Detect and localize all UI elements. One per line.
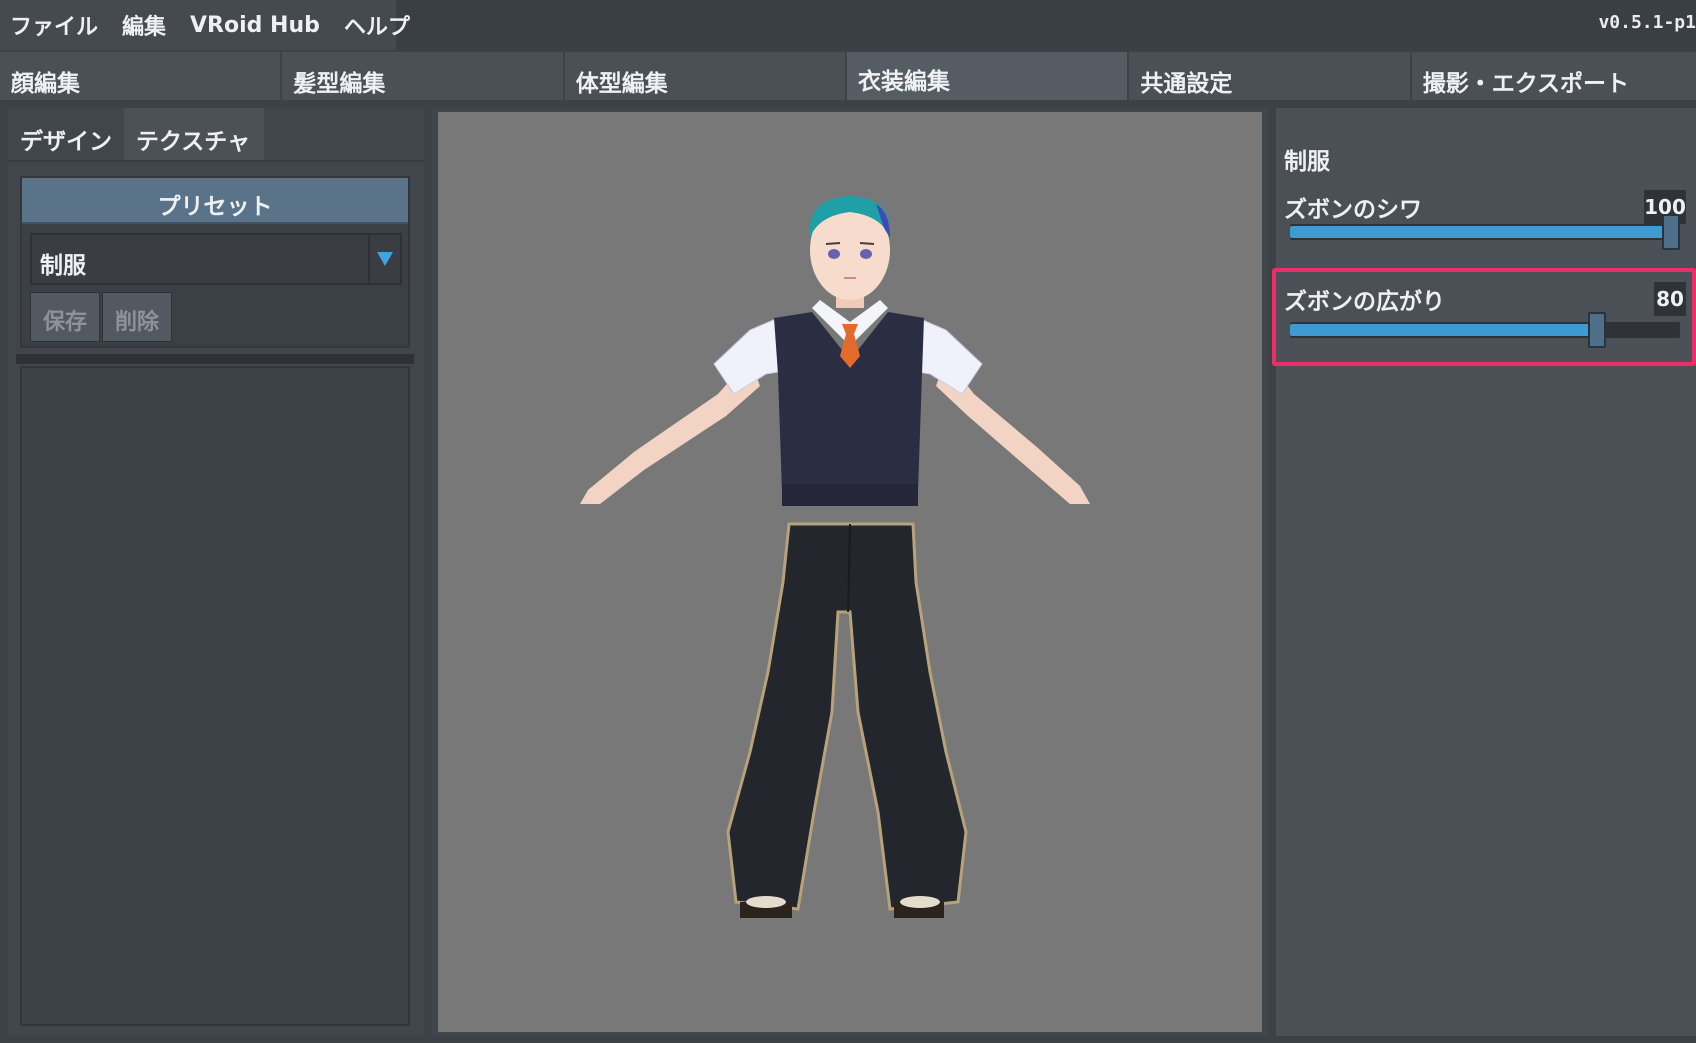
sub-tabs: デザイン テクスチャ: [8, 108, 264, 160]
menu-group: ファイル 編集 VRoid Hub ヘルプ: [0, 0, 410, 50]
main-tabs: 顔編集 髪型編集 体型編集 衣装編集 共通設定 撮影・エクスポート: [0, 52, 1696, 100]
pants-wrinkle-slider[interactable]: [1290, 214, 1680, 250]
3d-viewport[interactable]: [438, 112, 1262, 1032]
dropdown-arrow-icon[interactable]: [368, 235, 400, 283]
design-panel: プリセット 制服 保存 削除: [8, 160, 424, 1036]
preset-header[interactable]: プリセット: [22, 178, 408, 224]
avatar-right-sleeve: [917, 317, 983, 395]
version-label: v0.5.1-p1: [1598, 12, 1696, 33]
panel-divider: [16, 354, 414, 364]
preset-dropdown[interactable]: 制服: [30, 233, 402, 285]
tab-common-settings[interactable]: 共通設定: [1129, 52, 1410, 100]
avatar-pants: [726, 522, 968, 911]
menu-bar: ファイル 編集 VRoid Hub ヘルプ v0.5.1-p1: [0, 0, 1696, 50]
viewport-frame: [432, 108, 1268, 1036]
pants-wrinkle-slider-handle[interactable]: [1662, 214, 1680, 250]
menu-help[interactable]: ヘルプ: [344, 9, 410, 41]
save-button[interactable]: 保存: [30, 292, 100, 342]
category-label: 制服: [1284, 149, 1330, 175]
menu-vroid-hub[interactable]: VRoid Hub: [190, 13, 320, 38]
preset-selected-value: 制服: [40, 253, 86, 279]
menu-file[interactable]: ファイル: [10, 9, 98, 41]
highlight-box: [1272, 268, 1696, 366]
delete-button[interactable]: 削除: [102, 292, 172, 342]
tab-texture[interactable]: テクスチャ: [124, 108, 264, 160]
tab-hair-edit[interactable]: 髪型編集: [282, 52, 563, 100]
tab-body-edit[interactable]: 体型編集: [564, 52, 846, 100]
avatar-model: [580, 196, 1090, 918]
pants-wrinkle-slider-fill: [1290, 226, 1671, 238]
tab-outfit-edit[interactable]: 衣装編集: [847, 52, 1128, 100]
right-panel: 制服 ズボンのシワ 100 ズボンの広がり 80: [1276, 108, 1696, 1036]
tab-photo-export[interactable]: 撮影・エクスポート: [1411, 52, 1696, 100]
tab-face-edit[interactable]: 顔編集: [0, 52, 281, 100]
left-panel: デザイン テクスチャ プリセット 制服 保存 削除: [8, 108, 424, 1036]
avatar-left-sleeve: [713, 317, 779, 395]
tab-design[interactable]: デザイン: [8, 108, 122, 160]
preset-box: プリセット 制服 保存 削除: [20, 176, 410, 348]
menu-edit[interactable]: 編集: [122, 9, 166, 41]
preset-list[interactable]: [20, 366, 410, 1026]
pants-wrinkle-label: ズボンのシワ: [1284, 197, 1422, 223]
